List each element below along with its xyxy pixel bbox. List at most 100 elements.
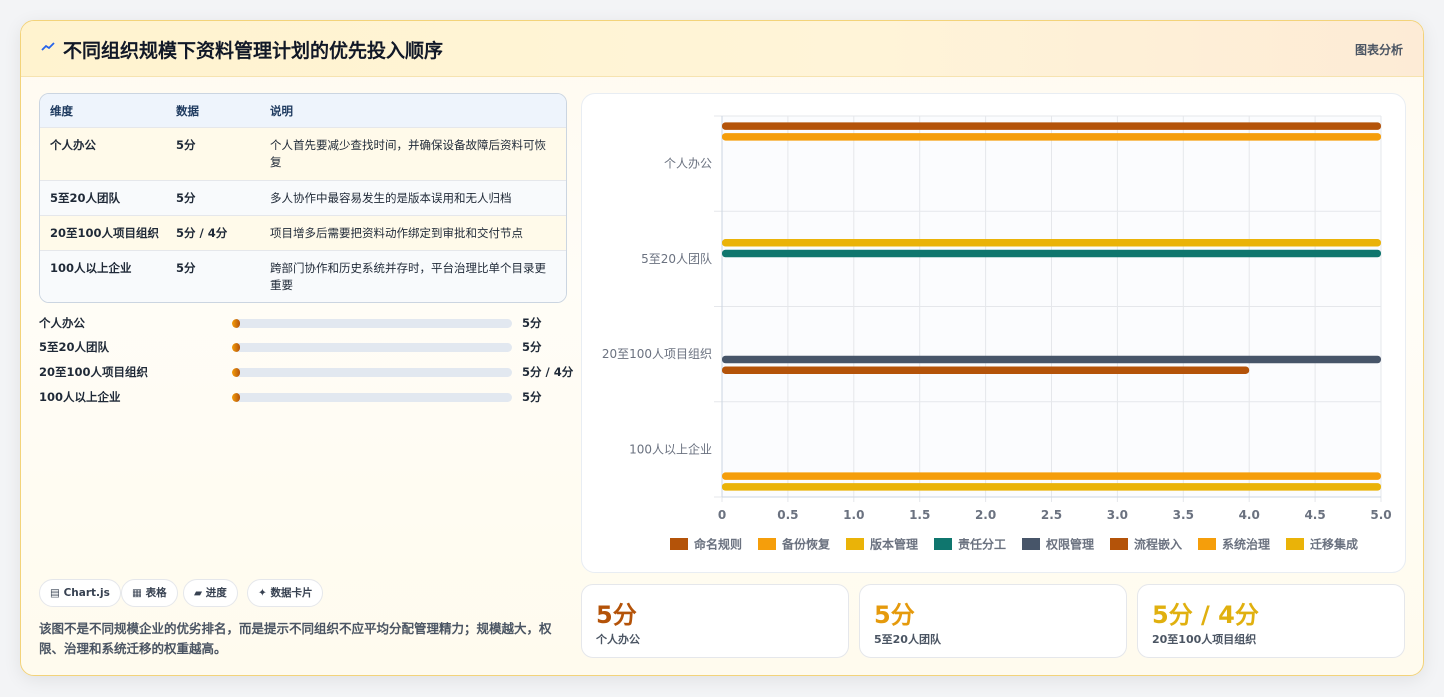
stat-card: 5分 个人办公	[581, 584, 849, 658]
progress-row: 5至20人团队 5分	[39, 339, 559, 357]
bar	[722, 483, 1381, 491]
legend-label: 命名规则	[693, 537, 742, 552]
chip-table[interactable]: ▦ 表格	[121, 579, 178, 607]
progress-value: 5分	[522, 316, 542, 330]
legend-swatch	[670, 538, 688, 550]
legend-swatch	[1022, 538, 1040, 550]
stat-value: 5分	[596, 601, 637, 629]
progress-fill	[232, 368, 241, 377]
y-category-label: 100人以上企业	[629, 441, 712, 456]
x-tick-label: 4.5	[1304, 508, 1325, 522]
progress-row: 100人以上企业 5分	[39, 389, 559, 407]
stat-label: 5至20人团队	[874, 633, 941, 646]
x-tick-label: 2.0	[975, 508, 996, 522]
legend-label: 迁移集成	[1310, 537, 1358, 552]
bar	[722, 355, 1381, 364]
progress-value: 5分	[522, 340, 542, 354]
y-category-label: 20至100人项目组织	[602, 347, 712, 361]
progress-track	[232, 393, 512, 402]
page-title: 不同组织规模下资料管理计划的优先投入顺序	[63, 40, 444, 62]
table-row: 20至100人项目组织 5分 / 4分 项目增多后需要把资料动作绑定到审批和交付…	[40, 215, 566, 250]
legend-swatch	[1198, 538, 1216, 550]
legend-swatch	[934, 538, 952, 550]
table-cell-value: 5分	[176, 191, 196, 205]
legend-label: 权限管理	[1045, 537, 1094, 552]
chart-analysis-link[interactable]: 图表分析	[1355, 41, 1403, 58]
table-cell-description: 个人首先要减少查找时间，并确保设备故障后资料可恢复	[270, 138, 546, 169]
legend-label: 版本管理	[870, 537, 918, 552]
bar	[722, 133, 1381, 141]
column-header: 说明	[270, 104, 293, 118]
card-header: 不同组织规模下资料管理计划的优先投入顺序 图表分析	[21, 21, 1423, 77]
table-cell-value: 5分	[176, 138, 196, 152]
x-tick-label: 3.0	[1107, 508, 1128, 522]
x-tick-label: 3.5	[1173, 508, 1194, 522]
x-tick-label: 0	[718, 508, 726, 522]
progress-label: 个人办公	[39, 316, 85, 330]
table-cell-description: 多人协作中最容易发生的是版本误用和无人归档	[270, 191, 512, 205]
column-header: 维度	[50, 104, 73, 118]
stat-card: 5分 5至20人团队	[859, 584, 1127, 658]
table-header-row: 维度 数据 说明	[40, 94, 566, 127]
x-tick-label: 1.0	[843, 508, 864, 522]
table-row: 100人以上企业 5分 跨部门协作和历史系统并存时，平台治理比单个目录更重要	[40, 250, 566, 302]
column-header: 数据	[176, 104, 199, 118]
table-cell-dimension: 个人办公	[50, 138, 96, 152]
stat-label: 个人办公	[596, 633, 640, 646]
x-tick-label: 0.5	[777, 508, 798, 522]
y-category-label: 5至20人团队	[641, 251, 712, 266]
progress-track	[232, 319, 512, 328]
legend-swatch	[1110, 538, 1128, 550]
progress-label: 20至100人项目组织	[39, 365, 149, 379]
stat-label: 20至100人项目组织	[1152, 633, 1257, 646]
progress-value: 5分 / 4分	[522, 365, 574, 379]
table-row: 5至20人团队 5分 多人协作中最容易发生的是版本误用和无人归档	[40, 180, 566, 215]
chart-trend-icon	[41, 42, 55, 51]
data-table: 维度 数据 说明 个人办公 5分 个人首先要减少查找时间，并确保设备故障后资料可…	[39, 93, 567, 303]
chip-chartjs[interactable]: ▤ Chart.js	[39, 579, 121, 607]
bar	[722, 472, 1381, 480]
progress-label: 100人以上企业	[39, 390, 121, 404]
x-tick-label: 4.0	[1239, 508, 1260, 522]
legend-label: 系统治理	[1222, 537, 1270, 552]
table-cell-dimension: 100人以上企业	[50, 261, 132, 275]
bar	[722, 366, 1250, 374]
legend-swatch	[846, 538, 864, 550]
chip-progress[interactable]: ▰ 进度	[183, 579, 238, 607]
table-cell-value: 5分 / 4分	[176, 226, 228, 240]
progress-fill	[232, 343, 241, 352]
chart-note: 该图不是不同规模企业的优劣排名，而是提示不同组织不应平均分配管理精力；规模越大，…	[39, 621, 552, 656]
stat-card: 5分 / 4分 20至100人项目组织	[1137, 584, 1405, 658]
legend-label: 责任分工	[958, 537, 1006, 552]
progress-fill	[232, 393, 241, 402]
progress-track	[232, 368, 512, 377]
legend-swatch	[1286, 538, 1304, 550]
progress-fill	[232, 319, 241, 328]
bar	[722, 239, 1381, 247]
chip-data-cards[interactable]: ✦ 数据卡片	[247, 579, 324, 607]
stat-value: 5分 / 4分	[1152, 601, 1259, 629]
table-cell-description: 跨部门协作和历史系统并存时，平台治理比单个目录更重要	[270, 261, 546, 292]
progress-track	[232, 343, 512, 352]
y-category-label: 个人办公	[664, 156, 712, 171]
table-cell-value: 5分	[176, 261, 196, 275]
legend-swatch	[758, 538, 776, 550]
progress-value: 5分	[522, 390, 542, 404]
x-tick-label: 2.5	[1041, 508, 1062, 522]
bar	[722, 122, 1381, 130]
table-cell-description: 项目增多后需要把资料动作绑定到审批和交付节点	[270, 226, 523, 240]
x-tick-label: 5.0	[1370, 508, 1391, 522]
bar-chart: 0 0.5 1.0 1.5 2.0 2.5 3.0 3.5 4.0 4.5 5.0 个人办公 5至20人…	[602, 115, 1392, 552]
legend-label: 备份恢复	[781, 537, 831, 552]
main-card: 不同组织规模下资料管理计划的优先投入顺序 图表分析 维度 数据 说明 个人办公 …	[20, 20, 1424, 676]
legend-label: 流程嵌入	[1134, 537, 1182, 552]
bar	[722, 249, 1381, 258]
progress-row: 个人办公 5分	[39, 315, 559, 333]
table-cell-dimension: 20至100人项目组织	[50, 226, 160, 240]
table-cell-dimension: 5至20人团队	[50, 191, 121, 205]
progress-label: 5至20人团队	[39, 340, 110, 354]
chart-container: 0 0.5 1.0 1.5 2.0 2.5 3.0 3.5 4.0 4.5 5.0 个人办公 5至20人…	[581, 93, 1406, 573]
progress-row: 20至100人项目组织 5分 / 4分	[39, 364, 573, 382]
x-tick-label: 1.5	[909, 508, 930, 522]
table-row: 个人办公 5分 个人首先要减少查找时间，并确保设备故障后资料可恢复	[40, 127, 566, 180]
